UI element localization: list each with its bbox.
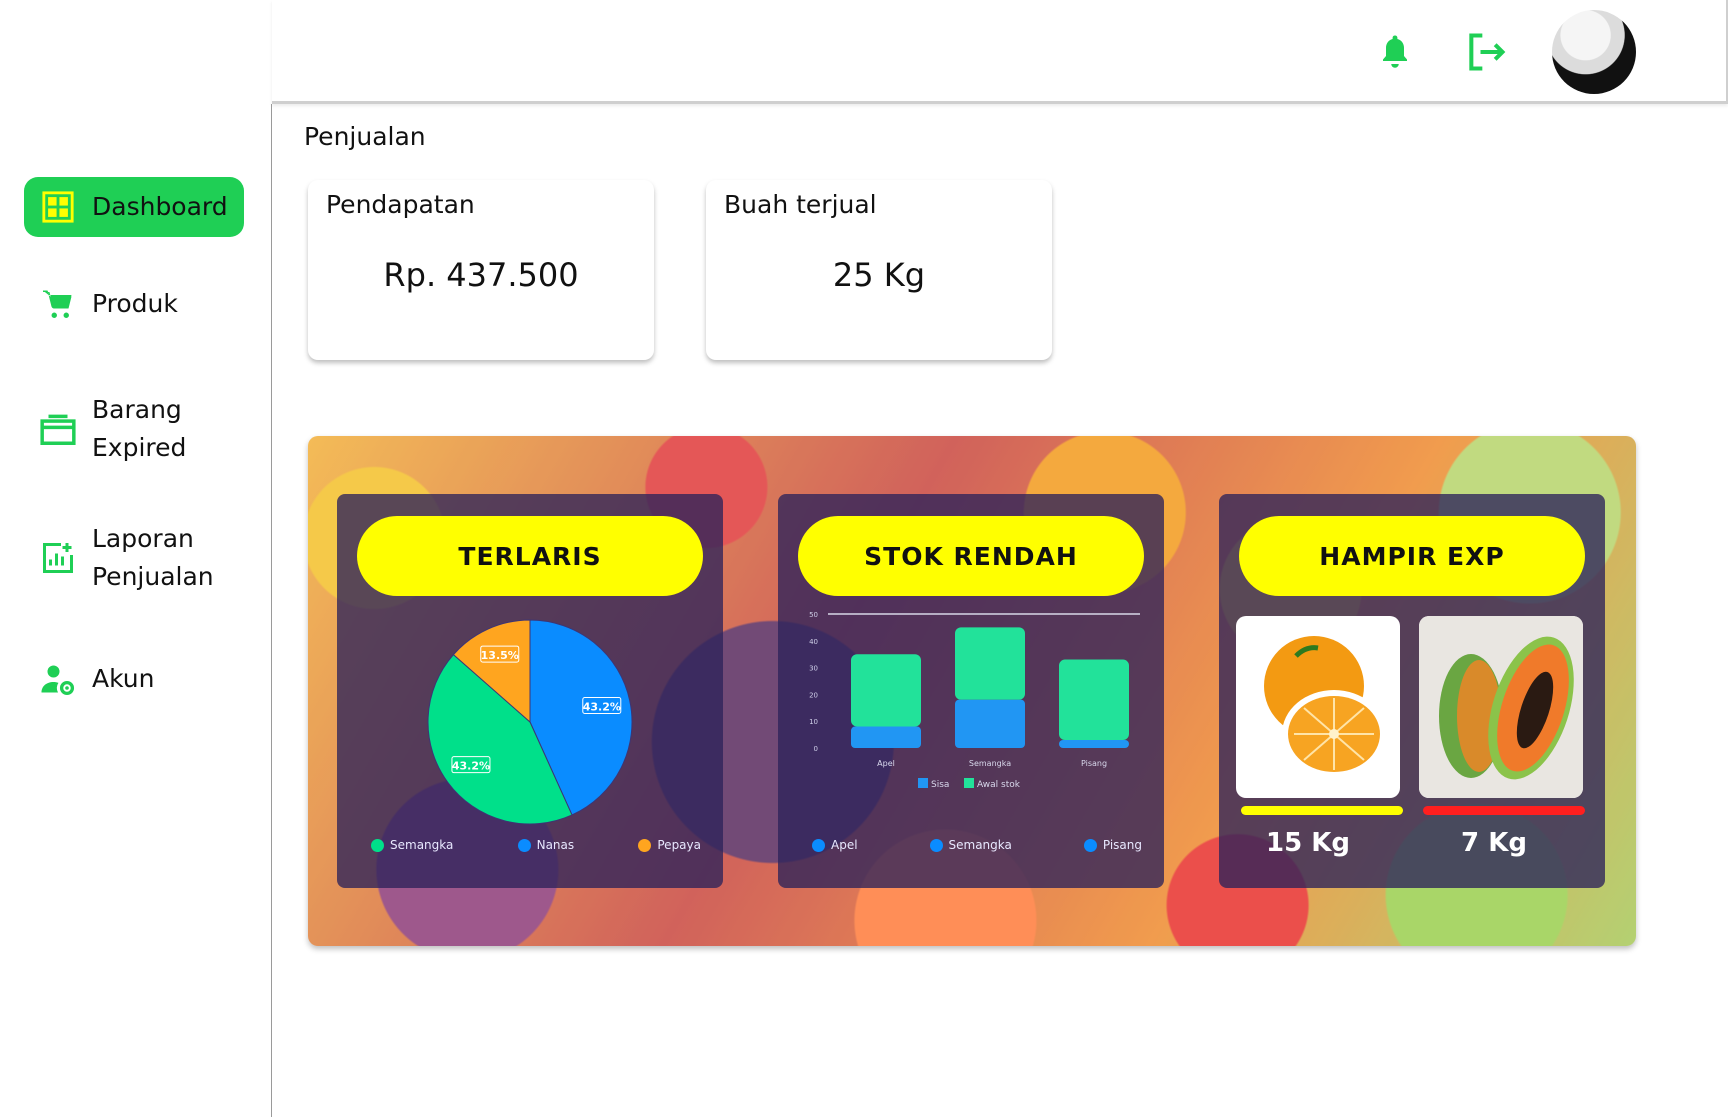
legend-label: Nanas: [536, 838, 575, 852]
sidebar-item-laporan-penjualan[interactable]: Laporan Penjualan: [38, 520, 258, 596]
y-tick-label: 30: [809, 665, 818, 673]
y-tick-label: 10: [809, 718, 818, 726]
legend-dot: [812, 838, 825, 852]
legend-item: Semangka: [371, 838, 453, 852]
legend-item: Apel: [812, 838, 858, 852]
sidebar-item-produk[interactable]: Produk: [38, 284, 258, 324]
expiry-bar-yellow: [1241, 806, 1403, 815]
legend-dot: [517, 838, 531, 852]
sidebar: Dashboard Produk Barang Expired Laporan …: [0, 104, 272, 1117]
sidebar-item-label: Dashboard: [92, 192, 228, 221]
legend-label: Semangka: [948, 838, 1012, 852]
logout-icon[interactable]: [1464, 30, 1508, 74]
sidebar-item-akun[interactable]: Akun: [38, 659, 258, 699]
sidebar-item-label: Laporan Penjualan: [92, 524, 214, 591]
pie-data-label: 43.2%: [452, 760, 490, 773]
stat-label: Buah terjual: [724, 190, 877, 219]
legend-label: Pisang: [1102, 838, 1142, 852]
bar-awal-stok[interactable]: [851, 654, 921, 727]
sidebar-item-dashboard[interactable]: Dashboard: [24, 177, 244, 237]
user-gear-icon: [38, 659, 78, 699]
bar-legend: Apel Semangka Pisang: [778, 838, 1164, 852]
top-bar: [272, 0, 1728, 104]
fruit-image-orange[interactable]: [1236, 616, 1400, 798]
page-title: Penjualan: [304, 122, 426, 151]
series-legend-swatch: [964, 778, 974, 788]
fruit-image-papaya[interactable]: [1419, 616, 1583, 798]
legend-dot: [638, 838, 652, 852]
x-tick-label: Apel: [877, 759, 895, 768]
legend-label: Pepaya: [657, 838, 701, 852]
y-tick-label: 20: [809, 691, 818, 699]
stat-value: 25 Kg: [832, 256, 926, 294]
bell-icon[interactable]: [1377, 32, 1413, 72]
legend-label: Apel: [831, 838, 858, 852]
bar-sisa[interactable]: [1059, 739, 1129, 748]
expiry-quantity: 15 Kg: [1266, 828, 1350, 858]
bar-chart: 0 10 20 30 40 50 Apel Semangka Pisang Sisa Awal st…: [809, 611, 1140, 790]
box-icon: [38, 409, 78, 449]
avatar[interactable]: [1552, 10, 1636, 94]
sidebar-item-label: Produk: [92, 289, 178, 318]
bar-awal-stok[interactable]: [955, 627, 1025, 700]
panel-title: HAMPIR EXP: [1239, 516, 1585, 596]
sidebar-item-label: Akun: [92, 664, 155, 693]
series-legend-label: Awal stok: [977, 780, 1021, 790]
series-legend-swatch: [918, 778, 928, 788]
pie-legend: Semangka Nanas Pepaya: [337, 838, 723, 852]
stat-value: Rp. 437.500: [383, 256, 579, 294]
stat-card-pendapatan: Pendapatan Rp. 437.500: [308, 180, 654, 360]
legend-dot: [929, 838, 943, 852]
bar-awal-stok[interactable]: [1059, 659, 1129, 740]
sidebar-item-label: Barang Expired: [92, 395, 187, 462]
x-tick-label: Pisang: [1081, 759, 1107, 768]
dashboard-grid-icon: [38, 187, 78, 227]
sidebar-item-barang-expired[interactable]: Barang Expired: [38, 391, 258, 467]
cart-icon: [38, 284, 78, 324]
panel-stok-rendah: STOK RENDAH 0 10 20 30 40 50 Apel Semangka Pisan…: [778, 494, 1164, 888]
bar-sisa[interactable]: [955, 699, 1025, 748]
fruit-banner: TERLARIS 43.2% 43.2% 13.5% Semangka Nanas …: [308, 436, 1636, 946]
pie-chart: 43.2% 43.2% 13.5%: [427, 619, 633, 825]
series-legend-label: Sisa: [931, 780, 949, 790]
panel-hampir-exp: HAMPIR EXP 15 Kg 7 Kg: [1219, 494, 1605, 888]
y-tick-label: 40: [809, 638, 818, 646]
legend-item: Semangka: [929, 838, 1012, 852]
stat-card-buah-terjual: Buah terjual 25 Kg: [706, 180, 1052, 360]
legend-item: Pepaya: [638, 838, 701, 852]
y-tick-label: 0: [814, 745, 818, 753]
bar-sisa[interactable]: [851, 726, 921, 748]
expiry-quantity: 7 Kg: [1461, 828, 1527, 858]
pie-data-label: 43.2%: [583, 701, 621, 714]
expiry-bar-red: [1423, 806, 1585, 815]
y-tick-label: 50: [809, 611, 818, 619]
legend-item: Pisang: [1083, 838, 1142, 852]
pie-data-label: 13.5%: [481, 649, 519, 662]
legend-item: Nanas: [517, 838, 575, 852]
legend-label: Semangka: [390, 838, 454, 852]
legend-dot: [371, 838, 384, 852]
legend-dot: [1083, 838, 1097, 852]
panel-terlaris: TERLARIS 43.2% 43.2% 13.5% Semangka Nanas …: [337, 494, 723, 888]
stat-label: Pendapatan: [326, 190, 475, 219]
x-tick-label: Semangka: [969, 759, 1011, 768]
report-chart-icon: [38, 538, 78, 578]
